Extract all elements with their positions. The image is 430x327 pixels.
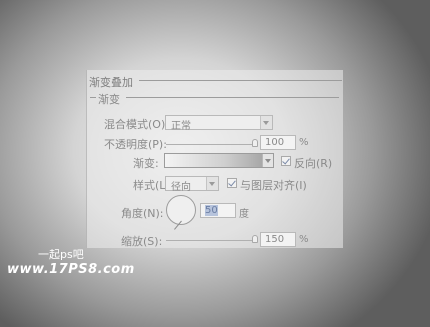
fieldset-title: 渐变叠加 [89,76,133,89]
angle-value: 50 [205,205,218,216]
group-divider-left [90,97,96,98]
reverse-label: 反向(R) [294,157,333,170]
opacity-slider-thumb[interactable] [252,139,258,147]
style-select[interactable]: 径向 [165,176,219,193]
angle-label: 角度(N): [121,207,164,220]
opacity-slider-track[interactable] [166,144,255,145]
angle-dial[interactable] [166,195,196,225]
scale-slider-track[interactable] [166,240,255,241]
reverse-checkbox[interactable] [281,156,291,166]
blend-mode-value: 正常 [171,121,191,132]
scale-input[interactable]: 150 [260,232,296,247]
angle-unit: 度 [239,209,249,220]
opacity-label: 不透明度(P): [104,138,167,151]
group-title: 渐变 [98,93,120,106]
gradient-picker[interactable] [164,153,274,168]
angle-input[interactable]: 50 [200,203,236,218]
scale-unit: % [299,234,309,245]
watermark-line1: 一起ps吧 [38,248,84,261]
gradient-label: 渐变: [133,157,159,170]
scale-label: 缩放(S): [121,235,163,248]
opacity-input[interactable]: 100 [260,135,296,150]
fieldset-divider [139,80,342,81]
chevron-down-icon [206,177,218,190]
chevron-down-icon [260,116,272,129]
group-divider-right [126,97,339,98]
blend-mode-select[interactable]: 正常 [165,115,273,132]
opacity-unit: % [299,137,309,148]
blend-mode-label: 混合模式(O): [104,118,169,131]
align-with-layer-checkbox[interactable] [227,178,237,188]
watermark-line2: www.17PS8.com [7,262,135,277]
style-value: 径向 [171,182,191,193]
scale-slider-thumb[interactable] [252,235,258,243]
align-with-layer-label: 与图层对齐(I) [240,179,307,192]
chevron-down-icon[interactable] [262,154,273,167]
